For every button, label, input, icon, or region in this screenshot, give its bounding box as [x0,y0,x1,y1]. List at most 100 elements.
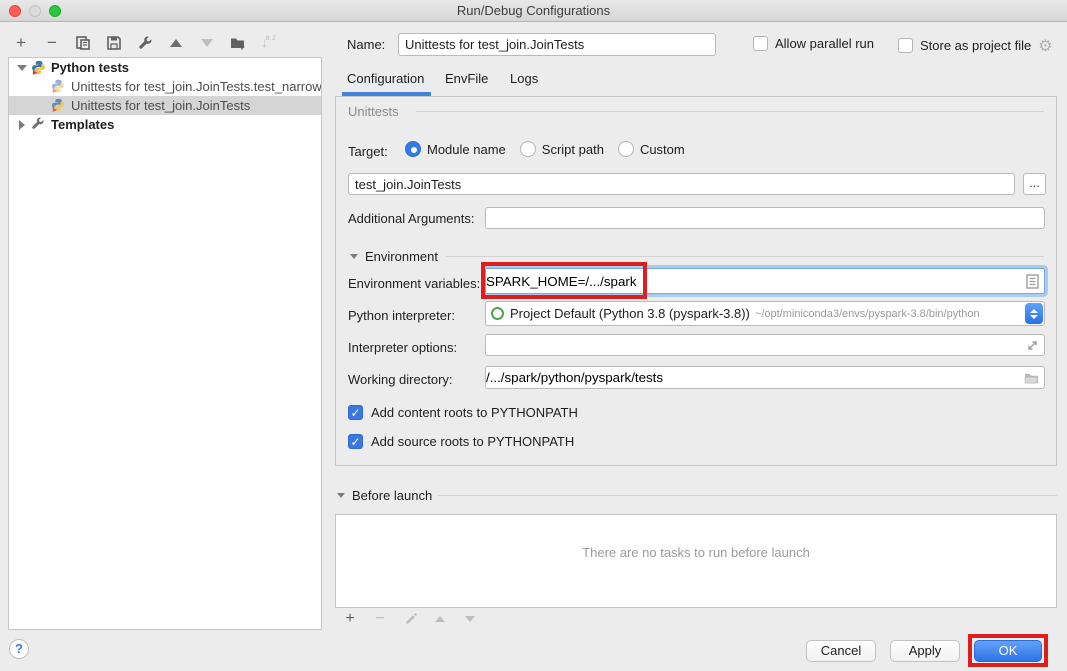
move-up-icon[interactable] [167,34,185,52]
store-as-project-file-checkbox[interactable]: Store as project file ⚙ [898,36,1053,55]
checkbox-box[interactable] [753,36,768,51]
add-source-roots-checkbox[interactable]: ✓ Add source roots to PYTHONPATH [348,434,574,449]
before-launch-section-header[interactable]: Before launch [337,488,432,503]
interpreter-value: Project Default (Python 3.8 (pyspark-3.8… [510,306,750,321]
tab-envfile[interactable]: EnvFile [445,71,488,86]
remove-task-icon: − [371,610,389,628]
checkbox-label: Store as project file [920,38,1031,53]
working-directory-field[interactable] [485,366,1045,389]
edit-templates-icon[interactable] [136,34,154,52]
name-label: Name: [347,37,385,52]
tree-item-label: Unittests for test_join.JoinTests [71,98,250,113]
tree-item-label: Templates [51,117,114,132]
configurations-toolbar: + − ↓ a z [12,31,276,55]
interpreter-options-label: Interpreter options: [348,340,457,355]
highlight-box-ok [968,634,1048,667]
tree-item-python-tests[interactable]: Python tests [9,58,321,77]
move-task-down-icon [461,610,479,628]
apply-button[interactable]: Apply [890,640,960,662]
edit-task-icon [401,610,419,628]
folder-browse-icon[interactable] [1024,372,1039,384]
interpreter-path: ~/opt/miniconda3/envs/pyspark-3.8/bin/py… [755,308,1024,320]
configurations-tree: Python tests Unittests for test_join.Joi… [8,57,322,630]
python-test-icon [51,79,67,95]
checkbox-box[interactable] [898,38,913,53]
section-title: Environment [365,249,438,264]
cancel-button[interactable]: Cancel [806,640,876,662]
tab-logs[interactable]: Logs [510,71,538,86]
checkbox-label: Add content roots to PYTHONPATH [371,405,578,420]
add-task-icon[interactable]: + [341,610,359,628]
before-launch-task-list[interactable]: There are no tasks to run before launch [335,514,1057,608]
target-module-input[interactable] [348,173,1015,195]
templates-wrench-icon [31,117,47,133]
tree-item-label: Python tests [51,60,129,75]
window-controls [9,5,61,17]
store-settings-gear-icon[interactable]: ⚙ [1038,36,1052,55]
radio-module-name[interactable] [405,141,421,157]
interpreter-options-input[interactable] [486,338,1026,353]
copy-configuration-icon[interactable] [74,34,92,52]
close-button[interactable] [9,5,21,17]
add-content-roots-checkbox[interactable]: ✓ Add content roots to PYTHONPATH [348,405,578,420]
target-radio-group: Module name Script path Custom [405,141,699,157]
unittests-group-label: Unittests [348,104,399,119]
working-directory-input[interactable] [486,370,1024,385]
python-interpreter-label: Python interpreter: [348,308,455,323]
radio-label: Module name [427,142,506,157]
radio-label: Script path [542,142,604,157]
additional-arguments-label: Additional Arguments: [348,211,474,226]
before-launch-toolbar: + − [341,610,479,628]
checkbox-box[interactable]: ✓ [348,405,363,420]
environment-variables-label: Environment variables: [348,276,480,291]
chevron-expanded-icon[interactable] [15,65,29,71]
interpreter-options-field[interactable] [485,334,1045,356]
remove-configuration-icon[interactable]: − [43,34,61,52]
collapse-triangle-icon[interactable] [350,254,358,259]
expand-field-icon[interactable] [1026,339,1039,352]
combo-stepper-icon[interactable] [1025,303,1043,324]
sort-configurations-icon: ↓ a z [260,35,276,51]
python-interpreter-combo[interactable]: Project Default (Python 3.8 (pyspark-3.8… [485,301,1045,326]
additional-arguments-input[interactable] [485,207,1045,229]
checkbox-label: Add source roots to PYTHONPATH [371,434,574,449]
empty-tasks-message: There are no tasks to run before launch [336,545,1056,560]
tab-configuration[interactable]: Configuration [347,71,424,86]
new-folder-icon[interactable] [229,34,247,52]
checkbox-label: Allow parallel run [775,36,874,51]
window-title: Run/Debug Configurations [457,3,610,18]
section-divider [438,495,1057,496]
target-label: Target: [348,144,388,159]
checkbox-box[interactable]: ✓ [348,434,363,449]
tree-item-jointests-selected[interactable]: Unittests for test_join.JoinTests [9,96,321,115]
allow-parallel-run-checkbox[interactable]: Allow parallel run [753,36,874,51]
minimize-button [29,5,41,17]
highlight-box-env-vars [481,262,647,299]
add-configuration-icon[interactable]: + [12,34,30,52]
tree-item-templates[interactable]: Templates [9,115,321,134]
radio-custom[interactable] [618,141,634,157]
tree-item-label: Unittests for test_join.JoinTests.test_n… [71,79,321,94]
save-configuration-icon[interactable] [105,34,123,52]
tree-item-test-narrow[interactable]: Unittests for test_join.JoinTests.test_n… [9,77,321,96]
python-tests-icon [31,60,47,76]
radio-label: Custom [640,142,685,157]
environment-section-header[interactable]: Environment [350,249,438,264]
title-bar: Run/Debug Configurations [0,0,1067,22]
edit-env-vars-icon[interactable] [1026,274,1039,289]
browse-button[interactable]: ... [1023,173,1046,195]
conda-env-icon [491,307,504,320]
section-title: Before launch [352,488,432,503]
help-button[interactable]: ? [9,639,29,659]
python-test-icon [51,98,67,114]
zoom-button[interactable] [49,5,61,17]
radio-script-path[interactable] [520,141,536,157]
name-input[interactable] [398,33,716,56]
chevron-collapsed-icon[interactable] [15,120,29,130]
group-divider [416,111,1044,112]
working-directory-label: Working directory: [348,372,453,387]
run-debug-configurations-dialog: Run/Debug Configurations + − ↓ a z [0,0,1067,671]
section-divider [446,256,1044,257]
collapse-triangle-icon[interactable] [337,493,345,498]
move-task-up-icon [431,610,449,628]
